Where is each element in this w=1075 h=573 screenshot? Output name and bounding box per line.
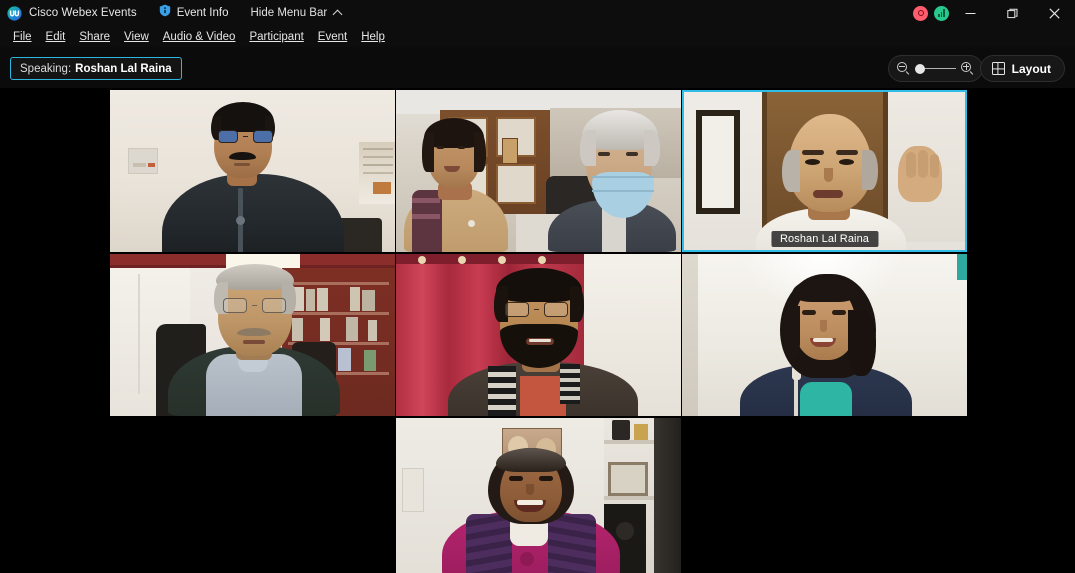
speaking-name-label: Roshan Lal Raina (75, 62, 172, 75)
menu-bar: File Edit Share View Audio & Video Parti… (0, 26, 1075, 47)
participant-tile[interactable] (396, 254, 681, 416)
participant-tile-active-speaker[interactable]: Roshan Lal Raina (682, 90, 967, 252)
webex-events-window: Cisco Webex Events Event Info Hide Menu … (0, 0, 1075, 573)
menu-item-file[interactable]: File (6, 29, 39, 45)
menu-label-view: View (124, 30, 149, 43)
menu-item-share[interactable]: Share (72, 29, 117, 45)
menu-label-event: Event (317, 30, 348, 43)
layout-button-label: Layout (1011, 61, 1051, 76)
video-grid: Roshan Lal Raina (0, 88, 1075, 573)
menu-item-audio-video[interactable]: Audio & Video (156, 29, 243, 45)
chevron-up-icon (334, 9, 343, 18)
menu-label-file: File (13, 30, 32, 43)
zoom-slider-thumb[interactable] (914, 63, 925, 74)
participant-tile[interactable] (396, 90, 681, 252)
zoom-in-icon[interactable] (961, 62, 974, 75)
info-shield-icon (159, 4, 171, 22)
menu-item-event[interactable]: Event (311, 29, 354, 45)
participant-tile[interactable] (396, 418, 681, 573)
close-icon[interactable] (1033, 0, 1075, 26)
hide-menu-bar-button[interactable]: Hide Menu Bar (250, 7, 343, 19)
speaking-indicator: Speaking: Roshan Lal Raina (10, 57, 182, 80)
participant-tile[interactable] (110, 90, 395, 252)
menu-label-share: Share (79, 30, 111, 43)
event-info-label: Event Info (176, 7, 229, 19)
participant-name-label: Roshan Lal Raina (770, 231, 879, 247)
video-stream (110, 254, 395, 416)
menu-item-view[interactable]: View (117, 29, 156, 45)
event-info-button[interactable]: Event Info (159, 4, 229, 22)
title-bar: Cisco Webex Events Event Info Hide Menu … (0, 0, 1075, 26)
speaking-prefix-label: Speaking: (20, 62, 72, 75)
minimize-icon[interactable] (949, 0, 991, 26)
video-stream (682, 254, 967, 416)
menu-label-help: Help (361, 30, 385, 43)
menu-item-participant[interactable]: Participant (242, 29, 310, 45)
menu-label-participant: Participant (249, 30, 304, 43)
menu-label-audio-video: Audio & Video (162, 30, 236, 43)
hide-menu-bar-label: Hide Menu Bar (250, 7, 328, 19)
video-stream (110, 90, 395, 252)
layout-button[interactable]: Layout (979, 55, 1065, 82)
participant-tile[interactable] (110, 254, 395, 416)
video-stream (396, 418, 681, 573)
top-control-strip: Speaking: Roshan Lal Raina Layout (0, 52, 1075, 88)
menu-item-edit[interactable]: Edit (39, 29, 73, 45)
webex-logo-icon (7, 5, 22, 21)
participant-tile[interactable] (682, 254, 967, 416)
zoom-slider-control[interactable] (888, 55, 983, 82)
network-strength-icon[interactable] (934, 5, 949, 21)
menu-label-edit: Edit (45, 30, 66, 43)
zoom-slider-track[interactable] (914, 63, 956, 74)
recording-indicator-icon[interactable] (913, 5, 928, 21)
video-stream (684, 92, 965, 250)
zoom-out-icon[interactable] (897, 62, 910, 75)
menu-item-help[interactable]: Help (354, 29, 392, 45)
video-stream (396, 254, 681, 416)
window-controls (907, 0, 1075, 26)
maximize-restore-icon[interactable] (991, 0, 1033, 26)
grid-layout-icon (991, 62, 1005, 75)
video-stream (396, 90, 681, 252)
app-title: Cisco Webex Events (29, 7, 137, 19)
